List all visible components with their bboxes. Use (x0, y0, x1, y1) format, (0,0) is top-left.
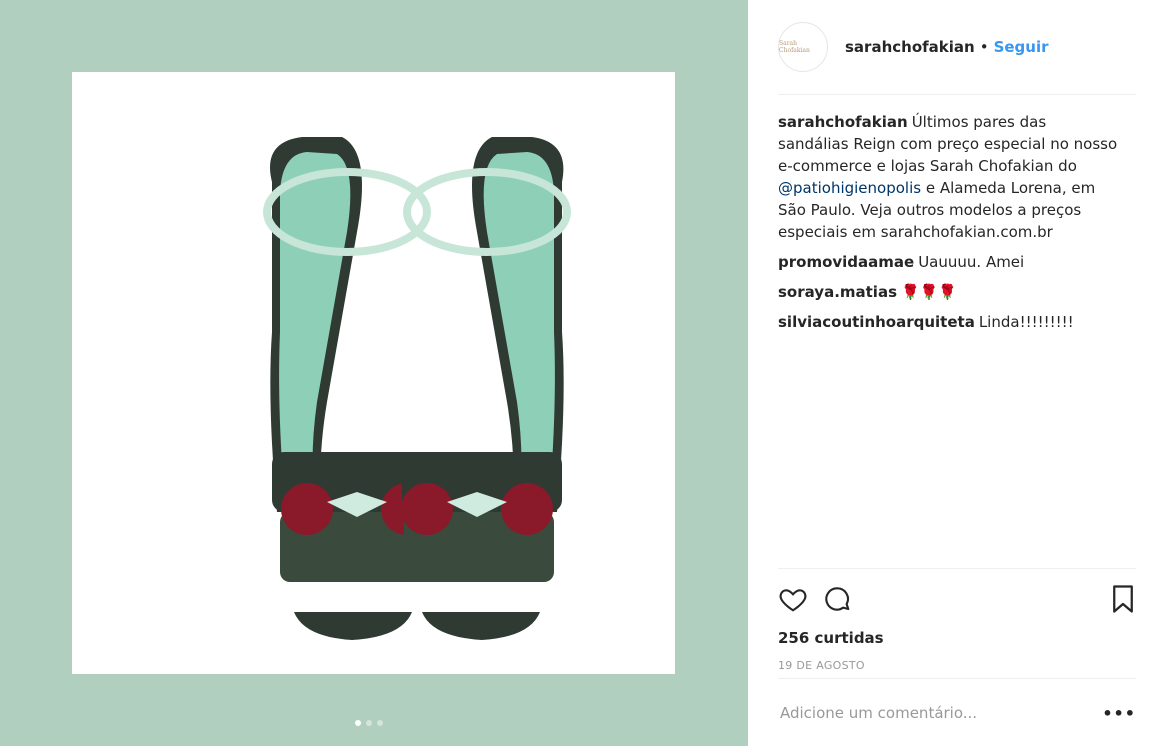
follow-button[interactable]: Seguir (994, 38, 1049, 56)
heart-icon[interactable] (778, 584, 808, 614)
likes-count[interactable]: 256 curtidas (778, 629, 1136, 647)
carousel-dot[interactable] (377, 720, 383, 726)
comment-icon[interactable] (822, 584, 852, 614)
more-options-icon[interactable]: ••• (1102, 704, 1136, 723)
post-photo[interactable] (72, 72, 675, 674)
author-username[interactable]: sarahchofakian (845, 38, 975, 56)
action-bar (778, 569, 1136, 627)
mention-link[interactable]: @patiohigienopolis (778, 179, 921, 197)
comment-username[interactable]: promovidaamae (778, 253, 914, 271)
post-sidebar: Sarah Chofakian sarahchofakian • Seguir … (748, 0, 1165, 746)
comment: silviacoutinhoarquiteta Linda!!!!!!!!! (778, 311, 1118, 333)
comment-username[interactable]: sarahchofakian (778, 113, 908, 131)
comment-username[interactable]: silviacoutinhoarquiteta (778, 313, 975, 331)
post-header: Sarah Chofakian sarahchofakian • Seguir (778, 20, 1136, 95)
comment-username[interactable]: soraya.matias (778, 283, 897, 301)
comment-text: Linda!!!!!!!!! (978, 313, 1074, 331)
comment-input[interactable] (778, 703, 1103, 723)
comment-text: 🌹🌹🌹 (901, 283, 958, 301)
add-comment-section: ••• (778, 678, 1136, 747)
actions-section: 256 curtidas 19 DE AGOSTO (778, 568, 1136, 672)
carousel-dot[interactable] (355, 720, 361, 726)
carousel-dot[interactable] (366, 720, 372, 726)
carousel-indicator (355, 720, 383, 726)
avatar-text: Sarah Chofakian (779, 40, 810, 54)
post-date: 19 DE AGOSTO (778, 659, 865, 672)
avatar[interactable]: Sarah Chofakian (778, 22, 828, 72)
separator: • (979, 38, 989, 56)
sandals-image (72, 72, 675, 674)
comment: soraya.matias 🌹🌹🌹 (778, 281, 1118, 303)
post-media (0, 0, 748, 746)
bookmark-icon[interactable] (1110, 584, 1136, 614)
comment: promovidaamae Uauuuu. Amei (778, 251, 1118, 273)
comment-text: Uauuuu. Amei (918, 253, 1025, 271)
comments-list: sarahchofakian Últimos pares das sandália… (778, 111, 1118, 341)
caption: sarahchofakian Últimos pares das sandália… (778, 111, 1118, 243)
